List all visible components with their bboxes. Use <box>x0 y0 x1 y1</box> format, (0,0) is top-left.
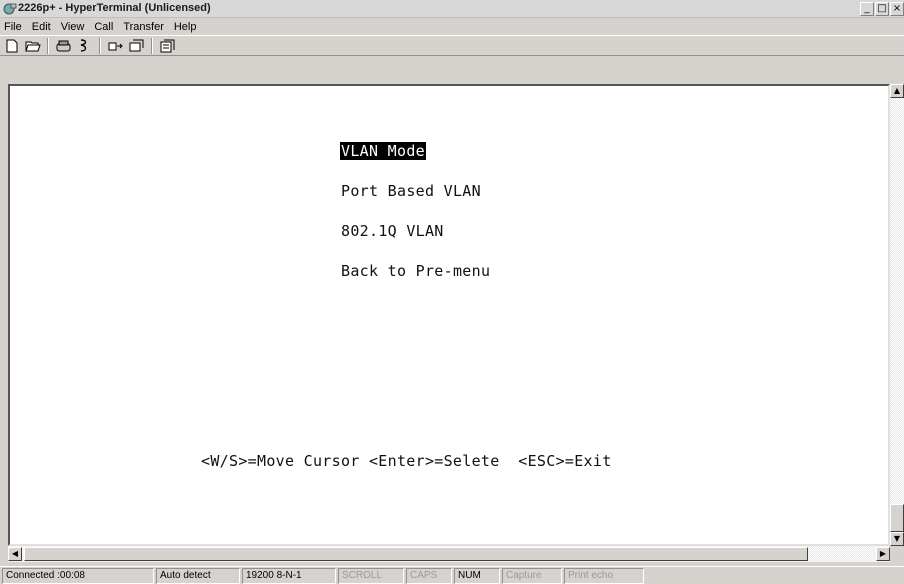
status-bar: Connected :00:08 Auto detect 19200 8-N-1… <box>0 566 904 584</box>
window-controls: _ □ × <box>860 2 904 16</box>
menu-call[interactable]: Call <box>94 21 113 33</box>
terminal-key-hint: <W/S>=Move Cursor <Enter>=Selete <ESC>=E… <box>201 452 612 470</box>
menu-view[interactable]: View <box>61 21 85 33</box>
vertical-scrollbar[interactable]: ▲ ▼ <box>890 84 904 546</box>
status-scroll: SCROLL <box>338 568 404 584</box>
close-button[interactable]: × <box>890 2 904 16</box>
status-settings: 19200 8-N-1 <box>242 568 336 584</box>
terminal-option-back-to-pre-menu[interactable]: Back to Pre-menu <box>341 262 490 280</box>
status-capture: Capture <box>502 568 562 584</box>
scroll-right-icon[interactable]: ▶ <box>876 547 890 561</box>
status-caps: CAPS <box>406 568 452 584</box>
disconnect-icon[interactable] <box>55 37 72 54</box>
toolbar-separator <box>47 37 49 54</box>
maximize-button[interactable]: □ <box>875 2 889 16</box>
horizontal-scroll-thumb[interactable] <box>24 547 808 561</box>
terminal-option-port-based-vlan[interactable]: Port Based VLAN <box>341 182 481 200</box>
window-title: 2226p+ - HyperTerminal (Unlicensed) <box>18 2 211 14</box>
toolbar-separator <box>99 37 101 54</box>
open-icon[interactable] <box>24 37 41 54</box>
menu-help[interactable]: Help <box>174 21 197 33</box>
status-num: NUM <box>454 568 500 584</box>
scroll-down-icon[interactable]: ▼ <box>890 532 904 546</box>
scroll-left-icon[interactable]: ◀ <box>8 547 22 561</box>
toolbar-separator <box>151 37 153 54</box>
menu-edit[interactable]: Edit <box>32 21 51 33</box>
properties-icon[interactable] <box>159 37 176 54</box>
horizontal-scrollbar[interactable]: ◀ ▶ <box>8 546 890 562</box>
menu-bar: File Edit View Call Transfer Help <box>0 19 904 35</box>
status-connected: Connected :00:08 <box>2 568 154 584</box>
selected-menu-item: VLAN Mode <box>340 142 426 160</box>
menu-transfer[interactable]: Transfer <box>123 21 164 33</box>
terminal-screen[interactable]: VLAN Mode Port Based VLAN 802.1Q VLAN Ba… <box>8 84 890 546</box>
scrollbar-corner <box>890 546 904 562</box>
send-icon[interactable] <box>107 37 124 54</box>
status-print-echo: Print echo <box>564 568 644 584</box>
scroll-up-icon[interactable]: ▲ <box>890 84 904 98</box>
status-detect: Auto detect <box>156 568 240 584</box>
receive-icon[interactable] <box>128 37 145 54</box>
terminal-option-8021q-vlan[interactable]: 802.1Q VLAN <box>341 222 444 240</box>
terminal-menu-title[interactable]: VLAN Mode <box>340 142 426 160</box>
title-bar: 2226p+ - HyperTerminal (Unlicensed) _ □ … <box>0 0 904 18</box>
minimize-button[interactable]: _ <box>860 2 874 16</box>
menu-file[interactable]: File <box>4 21 22 33</box>
new-icon[interactable] <box>3 37 20 54</box>
hyperterminal-app-icon <box>3 3 17 15</box>
dial-icon[interactable] <box>76 37 93 54</box>
toolbar <box>0 35 904 56</box>
vertical-scroll-thumb[interactable] <box>890 504 904 532</box>
